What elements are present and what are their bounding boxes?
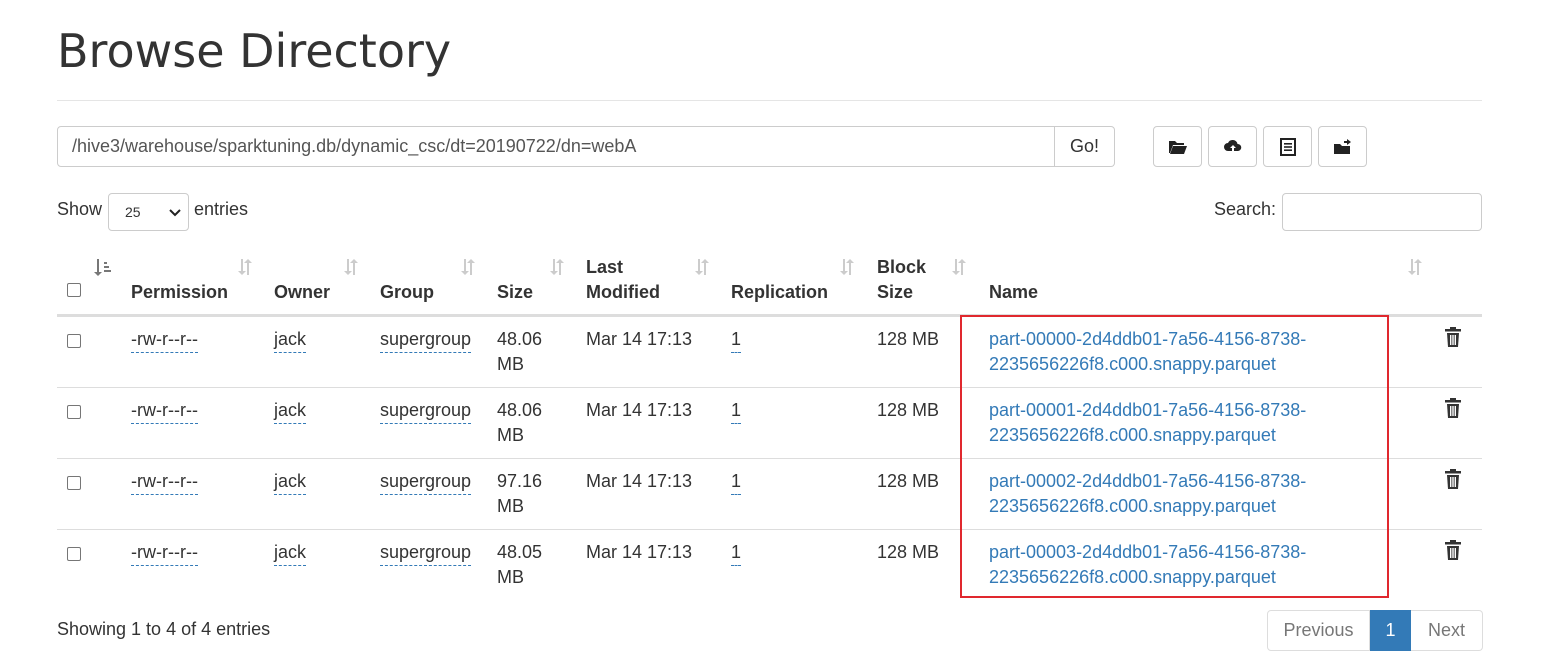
table-header: Permission Owner Group Size Last Modifie… <box>57 250 1482 316</box>
modified-cell: Mar 14 17:13 <box>586 329 693 349</box>
new-folder-icon <box>1333 138 1351 154</box>
size-value: 48.06 <box>497 329 543 349</box>
replication-cell[interactable]: 1 <box>731 398 742 424</box>
block-size-cell: 128 MB <box>877 471 940 491</box>
th-last-modified[interactable]: Last Modified <box>586 255 660 305</box>
go-button[interactable]: Go! <box>1055 126 1115 167</box>
replication-cell[interactable]: 1 <box>731 469 742 495</box>
permission-cell[interactable]: -rw-r--r-- <box>131 327 198 353</box>
owner-cell[interactable]: jack <box>274 327 307 353</box>
page-title: Browse Directory <box>57 24 452 78</box>
permission-cell[interactable]: -rw-r--r-- <box>131 398 198 424</box>
th-block-size[interactable]: Block Size <box>877 255 926 305</box>
chevron-down-icon <box>169 209 181 217</box>
block-size-cell: 128 MB <box>877 329 940 349</box>
show-label: Show <box>57 199 103 219</box>
title-divider <box>57 100 1482 101</box>
owner-cell[interactable]: jack <box>274 469 307 495</box>
row-checkbox[interactable] <box>67 547 81 561</box>
entries-per-page-value: 25 <box>125 204 141 220</box>
path-bar: Go! <box>57 126 1115 167</box>
folder-open-icon <box>1168 140 1187 154</box>
th-last-modified-line1: Last <box>586 257 624 277</box>
path-input[interactable] <box>57 126 1055 167</box>
view-list-button[interactable] <box>1263 126 1312 167</box>
previous-page-button[interactable]: Previous <box>1267 610 1370 651</box>
entries-per-page-select[interactable]: 25 <box>108 193 189 231</box>
size-cell: 97.16 MB <box>497 469 542 519</box>
sort-icon[interactable] <box>1405 257 1425 277</box>
pagination: Previous 1 Next <box>1267 610 1483 651</box>
replication-cell[interactable]: 1 <box>731 540 742 566</box>
search-label: Search: <box>1214 199 1277 219</box>
sort-icon[interactable] <box>692 257 712 277</box>
group-cell[interactable]: supergroup <box>380 398 472 424</box>
entries-label: entries <box>194 199 249 219</box>
row-checkbox[interactable] <box>67 334 81 348</box>
trash-icon[interactable] <box>1444 327 1462 347</box>
group-cell[interactable]: supergroup <box>380 327 472 353</box>
trash-icon[interactable] <box>1444 540 1462 560</box>
permission-cell[interactable]: -rw-r--r-- <box>131 540 198 566</box>
th-size[interactable]: Size <box>497 280 533 305</box>
table-info: Showing 1 to 4 of 4 entries <box>57 619 271 639</box>
search-input[interactable] <box>1282 193 1482 231</box>
th-permission[interactable]: Permission <box>131 280 228 305</box>
modified-cell: Mar 14 17:13 <box>586 471 693 491</box>
modified-cell: Mar 14 17:13 <box>586 400 693 420</box>
sort-icon[interactable] <box>547 257 567 277</box>
th-replication[interactable]: Replication <box>731 280 828 305</box>
permission-cell[interactable]: -rw-r--r-- <box>131 469 198 495</box>
modified-cell: Mar 14 17:13 <box>586 542 693 562</box>
size-cell: 48.06 MB <box>497 327 542 377</box>
trash-icon[interactable] <box>1444 469 1462 489</box>
owner-cell[interactable]: jack <box>274 540 307 566</box>
size-cell: 48.05 MB <box>497 540 542 590</box>
move-button[interactable] <box>1318 126 1367 167</box>
sort-icon[interactable] <box>837 257 857 277</box>
replication-cell[interactable]: 1 <box>731 327 742 353</box>
size-unit: MB <box>497 425 524 445</box>
size-unit: MB <box>497 496 524 516</box>
size-value: 48.05 <box>497 542 543 562</box>
group-cell[interactable]: supergroup <box>380 540 472 566</box>
sort-icon[interactable] <box>949 257 969 277</box>
th-block-size-line2: Size <box>877 282 914 302</box>
page-1-button[interactable]: 1 <box>1370 610 1411 651</box>
th-group[interactable]: Group <box>380 280 434 305</box>
th-block-size-line1: Block <box>877 257 927 277</box>
group-cell[interactable]: supergroup <box>380 469 472 495</box>
size-value: 48.06 <box>497 400 543 420</box>
th-last-modified-line2: Modified <box>586 282 660 302</box>
row-checkbox[interactable] <box>67 476 81 490</box>
block-size-cell: 128 MB <box>877 400 940 420</box>
owner-cell[interactable]: jack <box>274 398 307 424</box>
sort-icon[interactable] <box>235 257 255 277</box>
size-unit: MB <box>497 354 524 374</box>
list-icon <box>1279 137 1296 156</box>
cloud-upload-icon <box>1223 139 1241 153</box>
next-page-button[interactable]: Next <box>1411 610 1483 651</box>
size-value: 97.16 <box>497 471 543 491</box>
upload-button[interactable] <box>1208 126 1257 167</box>
highlight-annotation-box <box>960 315 1389 598</box>
row-checkbox[interactable] <box>67 405 81 419</box>
th-name[interactable]: Name <box>989 280 1038 305</box>
block-size-cell: 128 MB <box>877 542 940 562</box>
sort-icon[interactable] <box>458 257 478 277</box>
select-all-checkbox[interactable] <box>67 283 81 297</box>
sort-asc-icon[interactable] <box>92 257 112 277</box>
create-directory-button[interactable] <box>1153 126 1202 167</box>
sort-icon[interactable] <box>341 257 361 277</box>
size-cell: 48.06 MB <box>497 398 542 448</box>
th-owner[interactable]: Owner <box>274 280 330 305</box>
trash-icon[interactable] <box>1444 398 1462 418</box>
size-unit: MB <box>497 567 524 587</box>
